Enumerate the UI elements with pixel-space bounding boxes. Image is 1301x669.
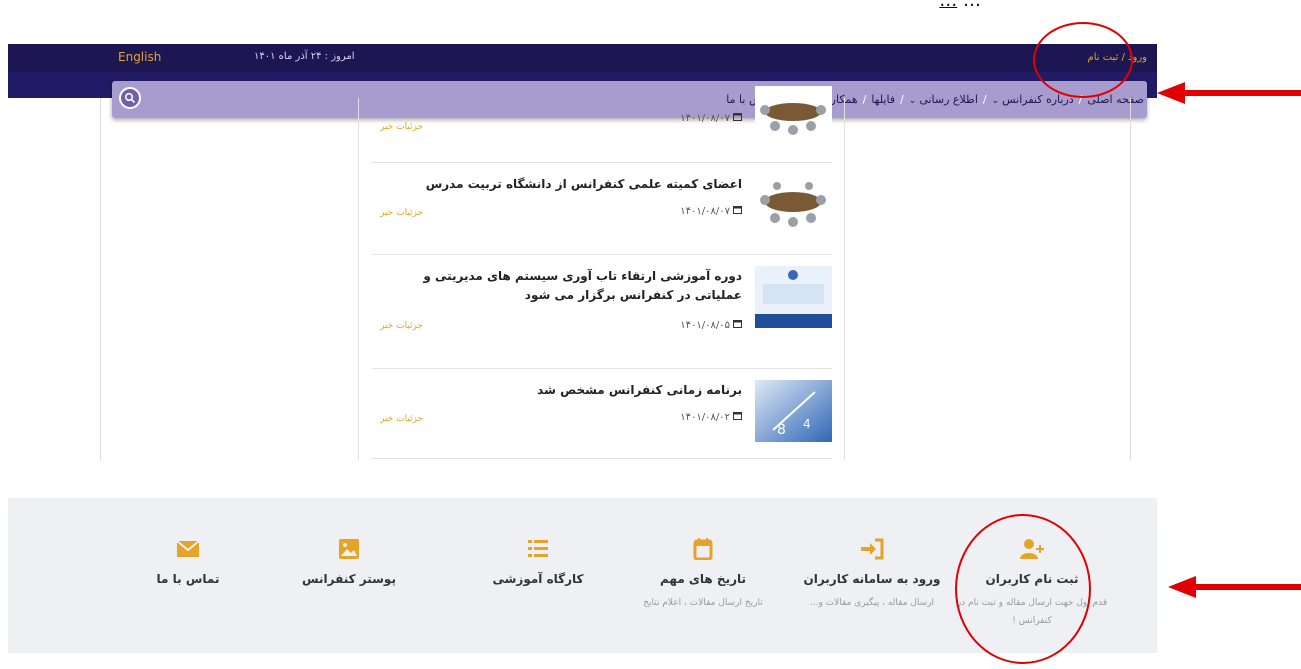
- nav-separator: /: [982, 93, 987, 106]
- news-details-link[interactable]: جزئیات خبر: [380, 122, 423, 132]
- calendar-icon: [690, 538, 716, 561]
- news-item: دوره آموزشی ارتقاء تاب آوری سیستم های مد…: [372, 264, 832, 369]
- news-title[interactable]: اعضای کمیته علمی کنفرانس از دانشگاه تربی…: [374, 175, 742, 194]
- english-link[interactable]: English: [118, 50, 161, 64]
- footer-item-contact[interactable]: تماس با ما: [108, 538, 268, 594]
- list-icon: [525, 538, 551, 560]
- footer-item-title: تاریخ های مهم: [659, 572, 746, 586]
- image-icon: [336, 538, 362, 560]
- news-list: ۱۴۰۱/۰۸/۰۷ جزئیات خبر اعضای کمیته علمی ک…: [358, 86, 845, 460]
- news-title[interactable]: برنامه زمانی کنفرانس مشخص شد: [374, 381, 742, 400]
- news-item: 84 برنامه زمانی کنفرانس مشخص شد ۱۴۰۱/۰۸/…: [372, 378, 832, 459]
- calendar-icon: [733, 411, 742, 423]
- nav-item-news[interactable]: اطلاع رسانی⌄: [906, 93, 981, 106]
- annotation-circle-login: [1033, 22, 1133, 98]
- envelope-icon: [175, 538, 201, 560]
- news-details-link[interactable]: جزئیات خبر: [380, 414, 423, 424]
- news-date: ۱۴۰۱/۰۸/۰۵: [680, 319, 742, 331]
- news-date: ۱۴۰۱/۰۸/۰۷: [680, 112, 742, 124]
- search-icon[interactable]: [119, 87, 141, 109]
- footer-item-title: پوستر کنفرانس: [302, 572, 396, 586]
- news-date: ۱۴۰۱/۰۸/۰۲: [680, 411, 742, 423]
- page-border-left: [100, 98, 101, 460]
- news-details-link[interactable]: جزئیات خبر: [380, 208, 423, 218]
- news-date-text: ۱۴۰۱/۰۸/۰۵: [680, 319, 730, 331]
- calendar-icon: [733, 205, 742, 217]
- calendar-icon: [733, 319, 742, 331]
- news-date-text: ۱۴۰۱/۰۸/۰۷: [680, 112, 730, 124]
- news-thumbnail[interactable]: [755, 174, 832, 236]
- news-thumbnail[interactable]: [755, 86, 832, 144]
- top-bar: English امروز : ۲۴ آذر ماه ۱۴۰۱ ورود / ث…: [8, 44, 1157, 72]
- news-title[interactable]: دوره آموزشی ارتقاء تاب آوری سیستم های مد…: [374, 267, 742, 305]
- chevron-down-icon: ⌄: [908, 96, 917, 106]
- news-date-text: ۱۴۰۱/۰۸/۰۷: [680, 205, 730, 217]
- news-details-link[interactable]: جزئیات خبر: [380, 321, 423, 331]
- today-date: امروز : ۲۴ آذر ماه ۱۴۰۱: [254, 51, 355, 62]
- document-caption: … …: [0, 0, 1301, 22]
- footer-item-login[interactable]: ورود به سامانه کاربران ارسال مقاله ، پیگ…: [792, 538, 952, 612]
- footer-item-title: ورود به سامانه کاربران: [803, 572, 941, 586]
- news-thumbnail[interactable]: [755, 266, 832, 328]
- footer-item-subtitle: تاریخ ارسال مقالات ، اعلام نتایج: [643, 598, 763, 608]
- svg-text:8: 8: [777, 422, 786, 438]
- caption-text: … …: [939, 0, 981, 11]
- caption-text-plain: …: [963, 0, 981, 11]
- footer-item-poster[interactable]: پوستر کنفرانس: [269, 538, 429, 594]
- nav-separator: /: [900, 93, 904, 106]
- nav-item-files[interactable]: فایلها: [868, 93, 898, 106]
- news-item: ۱۴۰۱/۰۸/۰۷ جزئیات خبر: [372, 86, 832, 163]
- news-date: ۱۴۰۱/۰۸/۰۷: [680, 205, 742, 217]
- page-border-right: [1130, 98, 1131, 460]
- arrow-left-icon: [1157, 82, 1301, 104]
- news-date-text: ۱۴۰۱/۰۸/۰۲: [680, 411, 730, 423]
- news-item: اعضای کمیته علمی کنفرانس از دانشگاه تربی…: [372, 172, 832, 255]
- footer-item-workshop[interactable]: کارگاه آموزشی: [458, 538, 618, 594]
- annotation-circle-register: [955, 514, 1091, 664]
- footer-item-subtitle: ارسال مقاله ، پیگیری مقالات و...: [809, 598, 935, 608]
- nav-separator: /: [862, 93, 867, 106]
- footer-item-title: کارگاه آموزشی: [492, 572, 584, 586]
- footer-item-dates[interactable]: تاریخ های مهم تاریخ ارسال مقالات ، اعلام…: [623, 538, 783, 612]
- sign-in-icon: [859, 538, 885, 560]
- arrow-left-icon: [1168, 576, 1301, 598]
- chevron-down-icon: ⌄: [991, 96, 1000, 106]
- nav-item-label: فایلها: [871, 93, 896, 106]
- nav-item-label: اطلاع رسانی: [919, 93, 978, 106]
- caption-text-underlined: …: [939, 0, 958, 11]
- footer-item-title: تماس با ما: [156, 572, 220, 586]
- news-thumbnail[interactable]: 84: [755, 380, 832, 442]
- calendar-icon: [733, 112, 742, 124]
- svg-text:4: 4: [803, 417, 811, 431]
